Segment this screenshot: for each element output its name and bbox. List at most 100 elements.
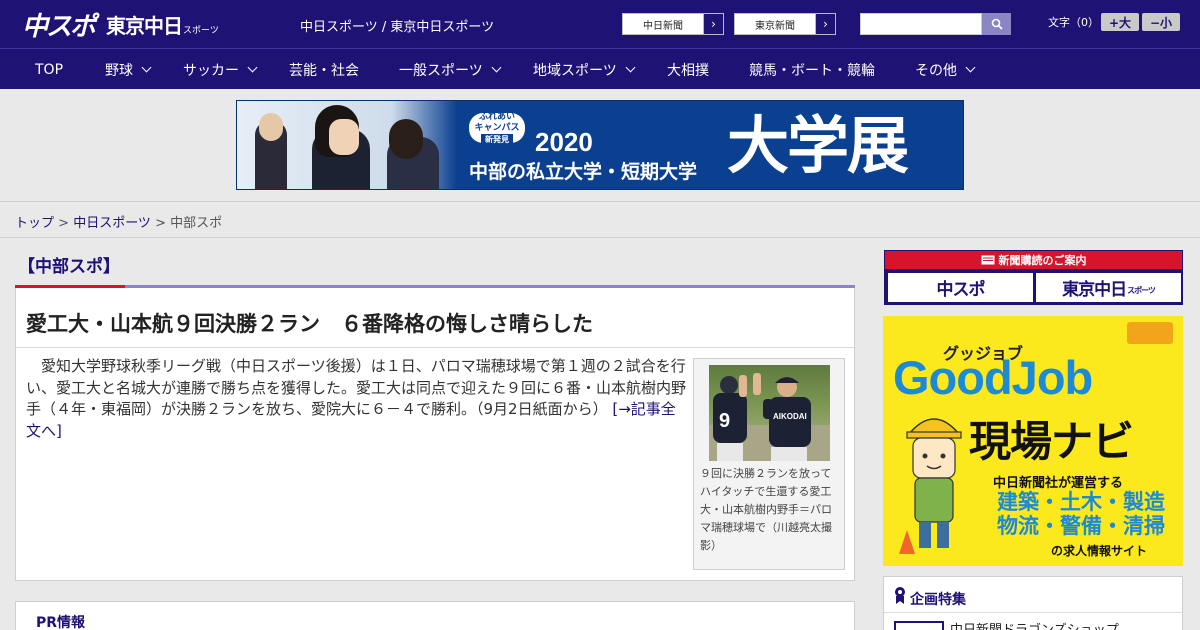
top-header: 中スポ 東京中日 スポーツ 中日スポーツ / 東京中日スポーツ 中日新聞 › 東… (0, 0, 1200, 48)
chevron-down-icon (247, 62, 258, 73)
chevron-right-icon: › (703, 14, 723, 34)
pr-info-box: PR情報 (15, 601, 855, 630)
badge-sub: 新発見 (481, 133, 513, 145)
article-photo[interactable]: 9 AIKODAI (709, 365, 830, 461)
breadcrumb-separator: > (58, 216, 74, 231)
chevron-down-icon (625, 62, 636, 73)
article-headline[interactable]: 愛工大・山本航９回決勝２ラン ６番降格の悔しさ晴らした (26, 308, 593, 338)
divider (884, 612, 1182, 613)
nav-label: 野球 (105, 62, 133, 79)
fureai-campus-badge: ふれあい キャンパス 新発見 (469, 111, 525, 145)
subscribe-chuspo-button[interactable]: 中スポ (888, 273, 1033, 302)
chunichi-shimbun-button[interactable]: 中日新聞 › (622, 13, 724, 35)
logo-tokyo-chunichi: 東京中日 (106, 13, 183, 38)
logo-sports-small: スポーツ (183, 25, 219, 36)
site-logo[interactable]: 中スポ 東京中日 スポーツ (22, 8, 219, 42)
nav-label: サッカー (183, 62, 239, 79)
chevron-right-icon: › (815, 14, 835, 34)
chevron-down-icon (965, 62, 976, 73)
goodjob-line4: の求人情報サイト (1051, 544, 1148, 558)
chevron-down-icon (491, 62, 502, 73)
goodjob-line1: 中日新聞社が運営する (993, 476, 1124, 491)
badge-mid: キャンパス (474, 122, 520, 133)
goodjob-title: GoodJob (893, 351, 1093, 404)
subscribe-tokyo-chunichi-label: 東京中日 (1062, 280, 1127, 300)
photo-jersey-number: 9 (719, 410, 730, 432)
baseball-players-photo: 9 AIKODAI (709, 373, 830, 461)
goodjob-line2: 建築・土木・製造 (997, 490, 1165, 514)
breadcrumb-bar: トップ > 中日スポーツ > 中部スポ (0, 201, 1200, 238)
nav-sumo[interactable]: 大相撲 (667, 49, 709, 90)
nav-other[interactable]: その他 (915, 49, 976, 90)
subscription-header: 新聞購読のご案内 (885, 251, 1182, 269)
nav-baseball[interactable]: 野球 (105, 49, 152, 90)
breadcrumb-current: 中部スポ (170, 216, 223, 231)
nav-label: 一般スポーツ (399, 62, 483, 79)
construction-worker-illustration (899, 418, 962, 554)
nav-keiba-boat-keirin[interactable]: 競馬・ボート・競輪 (749, 49, 875, 90)
breadcrumb-separator: > (155, 216, 171, 231)
article-figure: 9 AIKODAI ９回に決勝２ランを放ってハイタッチで生還する愛工大・山本航樹… (693, 358, 845, 570)
main-nav: TOP 野球 サッカー 芸能・社会 一般スポーツ 地域スポーツ 大相撲 競馬・ボ… (0, 48, 1200, 89)
font-bigger-button[interactable]: +大 (1101, 13, 1139, 31)
feature-box: 企画特集 中日新聞ドラゴンズショップ (883, 576, 1183, 630)
truck-icon (1127, 322, 1173, 344)
divider (16, 347, 854, 348)
font-smaller-button[interactable]: −小 (1142, 13, 1180, 31)
student-face (329, 119, 359, 155)
feature-title: 企画特集 (910, 592, 966, 608)
banner-description: 中部の私立大学・短期大学 (469, 161, 698, 183)
nav-label: 芸能・社会 (289, 62, 359, 79)
pr-info-title: PR情報 (36, 615, 86, 630)
article-body: 愛知大学野球秋季リーグ戦（中日スポーツ後援）は１日、パロマ瑞穂球場で第１週の２試… (26, 356, 686, 442)
nav-top[interactable]: TOP (35, 49, 63, 90)
breadcrumb: トップ > 中日スポーツ > 中部スポ (15, 212, 222, 231)
nav-soccer[interactable]: サッカー (183, 49, 258, 90)
logo-chuspo: 中スポ (22, 11, 96, 42)
banner-students-photo (237, 101, 457, 189)
newspaper-icon (981, 255, 994, 265)
search-icon (991, 18, 1003, 30)
banner-headline: 大学展 (727, 109, 909, 182)
photo-jersey-text: AIKODAI (773, 412, 807, 421)
article-card: 愛工大・山本航９回決勝２ラン ６番降格の悔しさ晴らした 愛知大学野球秋季リーグ戦… (15, 288, 855, 581)
nav-entertainment[interactable]: 芸能・社会 (289, 49, 359, 90)
nav-label: 競馬・ボート・競輪 (749, 62, 875, 79)
tokyo-shimbun-button[interactable]: 東京新聞 › (734, 13, 836, 35)
nav-regional-sports[interactable]: 地域スポーツ (533, 49, 636, 90)
tokyo-shimbun-label: 東京新聞 (755, 20, 795, 32)
nav-general-sports[interactable]: 一般スポーツ (399, 49, 502, 90)
nav-label: TOP (35, 61, 64, 78)
student-head (389, 119, 423, 159)
section-title: 【中部スポ】 (18, 257, 120, 277)
goodjob-ad[interactable]: グッジョブ GoodJob 現場ナビ 中日新聞社が運営する 建築・土木・製造 物… (883, 316, 1183, 566)
subscription-header-text: 新聞購読のご案内 (998, 254, 1087, 267)
ribbon-icon (895, 587, 905, 604)
dragons-shop-thumbnail[interactable] (894, 621, 944, 630)
breadcrumb-top[interactable]: トップ (15, 216, 54, 231)
student-head (259, 113, 283, 141)
search-button[interactable] (982, 13, 1011, 35)
subscription-box: 新聞購読のご案内 中スポ 東京中日 スポーツ (884, 250, 1183, 305)
goodjob-line3: 物流・警備・清掃 (997, 514, 1165, 538)
nav-label: 大相撲 (667, 62, 709, 79)
goodjob-genba-navi: 現場ナビ (969, 417, 1134, 466)
search-box (860, 13, 1011, 35)
breadcrumb-chunichi-sports[interactable]: 中日スポーツ (73, 216, 151, 231)
site-links[interactable]: 中日スポーツ / 東京中日スポーツ (300, 16, 494, 35)
feature-item-dragons-shop[interactable]: 中日新聞ドラゴンズショップ (950, 619, 1119, 630)
badge-top: ふれあい (478, 111, 515, 122)
goodjob-fields: 建築・土木・製造 物流・警備・清掃 (997, 490, 1165, 538)
nav-label: その他 (915, 62, 957, 79)
article-body-text: 愛知大学野球秋季リーグ戦（中日スポーツ後援）は１日、パロマ瑞穂球場で第１週の２試… (26, 357, 687, 418)
university-fair-banner-ad[interactable]: ふれあい キャンパス 新発見 2020 中部の私立大学・短期大学 大学展 (236, 100, 964, 190)
chevron-down-icon (141, 62, 152, 73)
nav-label: 地域スポーツ (533, 62, 617, 79)
font-size-label: 文字（0） (1048, 16, 1099, 29)
subscribe-chuspo-label: 中スポ (936, 280, 986, 300)
subscribe-tokyo-chunichi-button[interactable]: 東京中日 スポーツ (1036, 273, 1181, 302)
banner-year: 2020 (535, 127, 593, 157)
subscribe-sports-small: スポーツ (1127, 286, 1156, 295)
search-input[interactable] (860, 13, 982, 35)
chunichi-shimbun-label: 中日新聞 (643, 20, 683, 32)
